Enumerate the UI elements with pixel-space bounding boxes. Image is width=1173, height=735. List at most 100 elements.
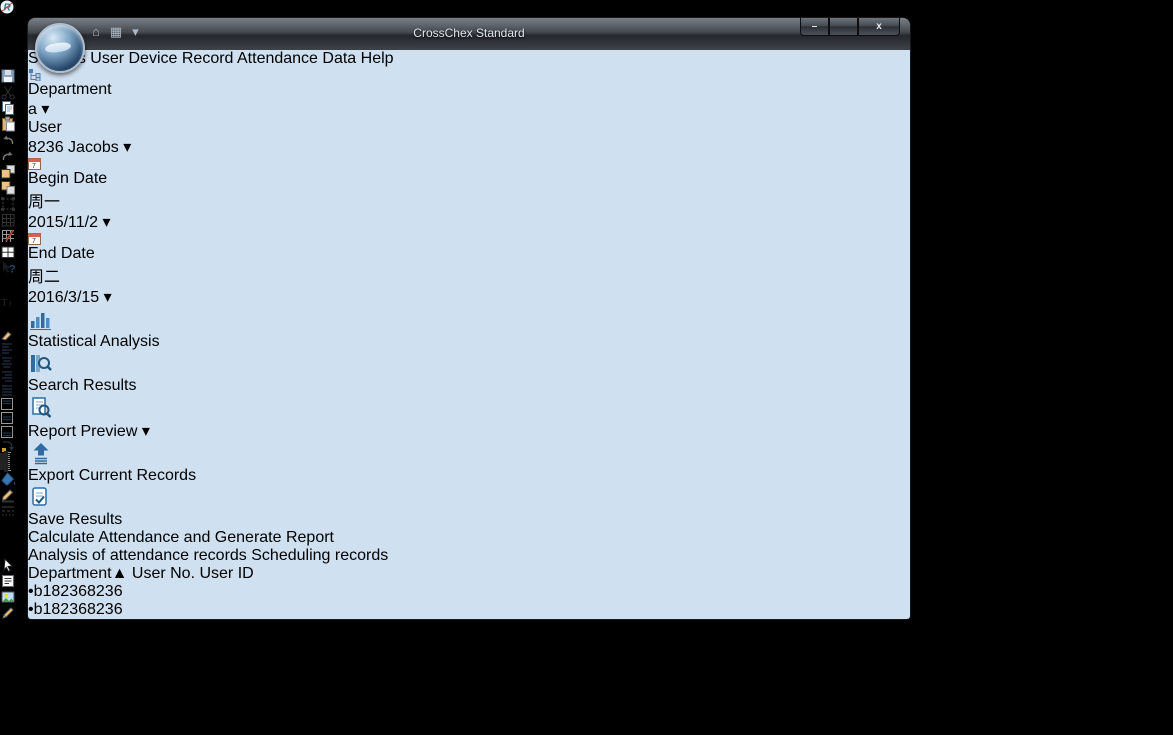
grid-cell: 8236 xyxy=(87,583,123,600)
department-value: a xyxy=(28,101,37,118)
align-center-icon xyxy=(0,355,14,369)
end-date-select[interactable]: 周二 2016/3/15 ▾ xyxy=(28,263,124,307)
tab-device[interactable]: Device xyxy=(129,50,178,67)
grid-cell: b1 xyxy=(34,691,52,708)
column-header-user-id[interactable]: User ID xyxy=(199,565,253,582)
svg-text:r: r xyxy=(9,298,12,308)
border-none-icon xyxy=(8,452,10,471)
grid-row[interactable]: •b182368236 xyxy=(28,583,910,601)
floppy-icon xyxy=(0,68,16,84)
dropdown-arrow-icon: ▾ xyxy=(41,101,49,118)
column-header-department[interactable]: Department▲ xyxy=(28,565,127,582)
grid-cell: 8236 xyxy=(87,637,123,654)
align-right-icon xyxy=(0,369,14,383)
statistical-analysis-button[interactable]: Statistical Analysis xyxy=(28,307,910,351)
grid-cell: 8236 xyxy=(51,619,87,636)
department-tree-icon xyxy=(28,68,41,81)
department-select[interactable]: a ▾ xyxy=(28,99,910,119)
grid-cell: 8236 xyxy=(51,673,87,690)
grid-cell: b1 xyxy=(34,619,52,636)
highlighter-icon xyxy=(0,330,14,341)
paint-bucket-icon xyxy=(0,471,16,487)
svg-text:?: ? xyxy=(9,264,16,276)
end-date-value: 周二 2016/3/15 xyxy=(28,269,99,306)
crosschex-titlebar[interactable]: ⌂ ▦ ▾ CrossChex Standard – x xyxy=(28,18,910,50)
cursor-icon xyxy=(0,557,16,573)
close-button[interactable]: x xyxy=(13,32,21,49)
align-justify-icon xyxy=(0,383,14,397)
anviz-logo-orb[interactable] xyxy=(35,23,85,73)
user-value: 8236 Jacobs xyxy=(28,139,119,156)
snap-to-grid-icon xyxy=(0,228,16,244)
dropdown-arrow-icon[interactable]: ▾ xyxy=(16,521,24,538)
grid-row[interactable]: •b182368236 xyxy=(28,655,910,673)
begin-date-value: 周一 2015/11/2 xyxy=(28,194,98,231)
export-current-records-button[interactable]: Export Current Records xyxy=(28,441,910,485)
filter-fields: Department a ▾ User 8236 Jacobs ▾ xyxy=(28,68,910,157)
bar-chart-icon xyxy=(28,307,54,333)
pen-icon xyxy=(0,605,16,621)
begin-date-select[interactable]: 周一 2015/11/2 ▾ xyxy=(28,188,124,232)
column-header-user-no[interactable]: User No. xyxy=(132,565,195,582)
window-title: CrossChex Standard xyxy=(28,26,910,40)
grid-row[interactable]: •b182368236 xyxy=(28,619,910,637)
grid-cell: b1 xyxy=(34,655,52,672)
grid-row[interactable]: •b182368236 xyxy=(28,727,910,735)
grid-row[interactable]: •b182368236 xyxy=(28,691,910,709)
tab-user[interactable]: User xyxy=(90,50,124,67)
bring-to-front-icon xyxy=(0,164,16,180)
grid-cell: 8236 xyxy=(87,601,123,618)
attendance-grid-header: Department▲ User No. User ID xyxy=(28,565,910,583)
cells-icon xyxy=(0,244,16,260)
minimize-button[interactable]: – xyxy=(800,18,829,36)
designer-app-icon: R xyxy=(0,0,14,14)
svg-text:7: 7 xyxy=(32,163,36,170)
tab-analysis-of-attendance-records[interactable]: Analysis of attendance records xyxy=(28,547,247,564)
tab-help[interactable]: Help xyxy=(361,50,394,67)
copy-icon xyxy=(0,100,16,116)
grid-row[interactable]: •b182368236 xyxy=(28,637,910,655)
ribbon-panel: Department a ▾ User 8236 Jacobs ▾ xyxy=(28,68,910,547)
text-block-icon xyxy=(0,573,16,589)
border-none-button[interactable] xyxy=(8,452,10,471)
picture-icon xyxy=(0,589,16,605)
tab-attendance[interactable]: Attendance xyxy=(237,50,318,67)
minimize-button[interactable]: – xyxy=(0,32,9,49)
line-width-select[interactable]: 1 ▾ xyxy=(3,521,24,538)
valign-top-icon xyxy=(0,397,14,411)
tab-scheduling-records[interactable]: Scheduling records xyxy=(251,547,388,564)
redo-icon xyxy=(0,148,16,164)
grid-row[interactable]: •b182368236 xyxy=(28,673,910,691)
begin-date-label: Begin Date xyxy=(28,170,107,187)
report-preview-button[interactable]: Report Preview ▾ xyxy=(28,395,910,441)
grid-cell: 8236 xyxy=(87,727,123,735)
export-up-arrow-icon xyxy=(28,441,54,467)
grid-cell: 8236 xyxy=(51,637,87,654)
grid-row[interactable]: •b182368236 xyxy=(28,601,910,619)
grid-row[interactable]: •b182368236 xyxy=(28,709,910,727)
close-button[interactable]: x xyxy=(858,18,900,36)
grid-cell: 8236 xyxy=(51,655,87,672)
ribbon-actions: Statistical Analysis Search Results Repo… xyxy=(28,307,910,529)
transform-icon xyxy=(0,196,16,212)
department-label: Department xyxy=(28,81,112,98)
user-select[interactable]: 8236 Jacobs ▾ xyxy=(28,137,910,157)
save-results-button[interactable]: Save Results xyxy=(28,485,910,529)
grid-cell: b1 xyxy=(34,673,52,690)
grid-cell: 8236 xyxy=(87,691,123,708)
grid-cell: b1 xyxy=(34,637,52,654)
ribbon-group-label: Calculate Attendance and Generate Report xyxy=(28,529,910,547)
search-results-button[interactable]: Search Results xyxy=(28,351,910,395)
maximize-button[interactable] xyxy=(829,18,858,36)
end-date-label: End Date xyxy=(28,245,95,262)
tab-data[interactable]: Data xyxy=(322,50,356,67)
search-books-icon xyxy=(28,351,54,377)
file-menu[interactable]: File xyxy=(0,50,26,67)
grid-cell: b1 xyxy=(34,601,52,618)
clipboard-icon xyxy=(0,116,16,132)
grid-cell: 8236 xyxy=(51,583,87,600)
grid-cell: b1 xyxy=(34,583,52,600)
desktop: ⌂ ▦ ▾ CrossChex Standard – x Settings Us… xyxy=(0,0,1173,735)
attendance-grid-body: •b182368236•b182368236•b182368236•b18236… xyxy=(28,583,910,735)
tab-record[interactable]: Record xyxy=(182,50,234,67)
